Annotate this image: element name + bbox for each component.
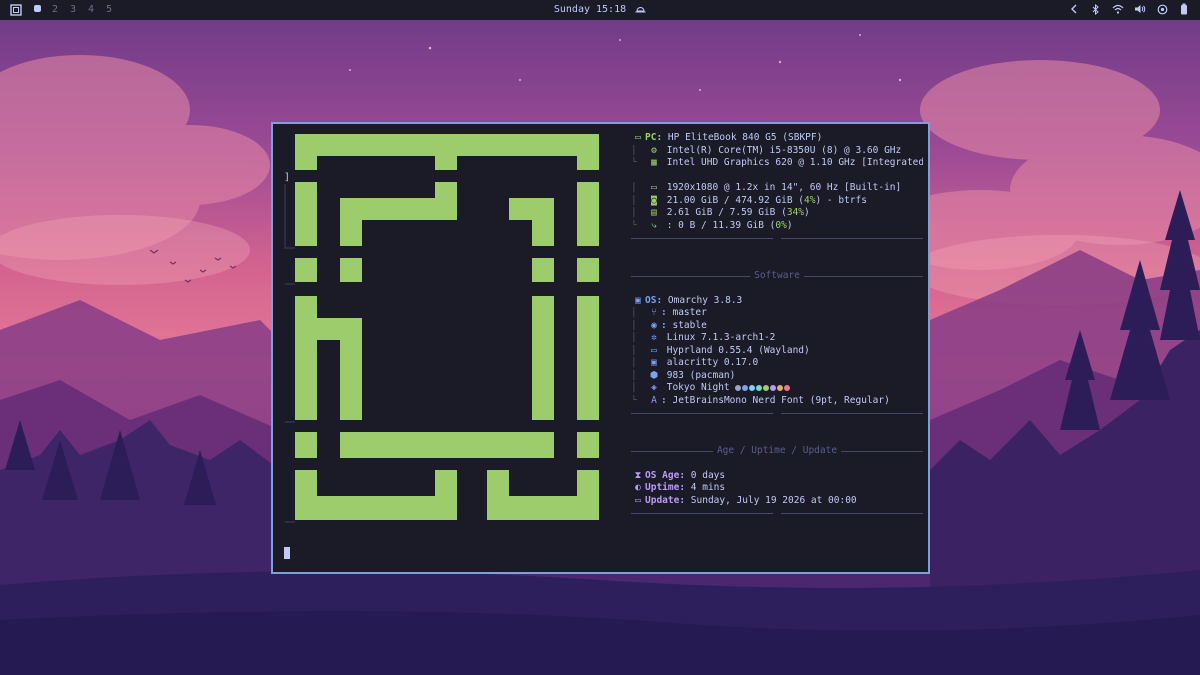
workspace-3[interactable]: 3 (64, 3, 82, 17)
wifi-icon[interactable] (1112, 3, 1124, 15)
disk-icon: ◙ (651, 194, 657, 206)
omarchy-ascii-logo (284, 134, 599, 523)
os-icon: ▣ (635, 294, 641, 306)
fastfetch-output: ▭ PC: HP EliteBook 840 G5 (SBKPF) │ ⚙ Inte… (631, 132, 923, 520)
workspace-2[interactable]: 2 (46, 3, 64, 17)
color-swatch-1 (742, 384, 749, 391)
terminal-cursor (284, 547, 290, 559)
color-swatch-0 (735, 384, 742, 391)
omarchy-logo-icon[interactable] (10, 4, 22, 16)
swap-row: └ ⤷ : 0 B / 11.39 GiB (0%) (631, 219, 793, 231)
battery-icon[interactable] (1178, 3, 1190, 15)
swap-icon: ⤷ (651, 219, 657, 231)
color-swatch-5 (770, 384, 777, 391)
prompt-bracket: ] (284, 172, 291, 183)
active-workspace-icon (33, 5, 41, 12)
pc-row: ▭ PC: HP EliteBook 840 G5 (SBKPF) (631, 132, 923, 145)
gpu-row: └ ▦ Intel UHD Graphics 620 @ 1.10 GHz [In… (631, 157, 923, 168)
divider (631, 507, 923, 520)
monitor-icon: ▭ (651, 182, 657, 193)
bluetooth-icon[interactable] (1090, 3, 1102, 15)
uptime-row: ◐ Uptime: 4 mins (631, 482, 923, 495)
git-branch-icon: ⑂ (651, 307, 657, 318)
workspace-1-active[interactable] (28, 3, 46, 17)
package-icon: ⬢ (649, 369, 659, 381)
volume-icon[interactable] (1134, 3, 1146, 15)
kernel-gear-icon: ✲ (651, 332, 657, 343)
workspace-switcher: 2 3 4 5 (10, 3, 118, 17)
hourglass-icon: ⧗ (634, 469, 642, 481)
weather-icon (632, 4, 646, 15)
kernel-row: │ ✲ Linux 7.1.3-arch1-2 (631, 332, 776, 343)
workspace-4[interactable]: 4 (82, 3, 100, 17)
window-manager-icon: ▭ (651, 344, 657, 356)
disk-row: │ ◙ 21.00 GiB / 474.92 GiB (4%) - btrfs (631, 194, 867, 206)
update-icon: ▭ (635, 494, 641, 506)
color-swatch-2 (749, 384, 756, 391)
update-row: ▭ Update: Sunday, July 19 2026 at 00:00 (631, 495, 923, 508)
font-icon: A (651, 394, 657, 406)
cpu-row: │ ⚙ Intel(R) Core(TM) i5-8350U (8) @ 3.60… (631, 144, 902, 156)
channel-icon: ◉ (651, 319, 657, 331)
clock[interactable]: Sunday 15:18 (554, 4, 626, 15)
packages-row: │ ⬢ 983 (pacman) (631, 369, 736, 381)
os-row: ▣ OS: Omarchy 3.8.3 (631, 295, 923, 308)
color-swatches (735, 382, 791, 393)
power-profile-icon[interactable] (1156, 3, 1168, 15)
theme-row: │ ◈ Tokyo Night (631, 382, 923, 395)
divider (631, 407, 923, 420)
system-tray (1068, 3, 1190, 15)
workspace-5[interactable]: 5 (100, 3, 118, 17)
top-bar: 2 3 4 5 Sunday 15:18 (0, 0, 1200, 20)
cpu-icon: ⚙ (651, 144, 657, 156)
channel-row: │ ◉: stable (631, 319, 707, 331)
display-row: │ ▭ 1920x1080 @ 1.2x in 14", 60 Hz [Built… (631, 182, 902, 193)
terminal-row: │ ▣ alacritty 0.17.0 (631, 357, 759, 368)
memory-icon: ▤ (651, 207, 657, 218)
palette-icon: ◈ (651, 382, 657, 393)
font-row: └ A: JetBrainsMono Nerd Font (9pt, Regula… (631, 394, 890, 406)
color-swatch-6 (777, 384, 784, 391)
wm-row: │ ▭ Hyprland 0.55.4 (Wayland) (631, 344, 810, 356)
color-swatch-7 (784, 384, 791, 391)
branch-row: │ ⑂: master (631, 307, 707, 318)
gpu-icon: ▦ (651, 157, 657, 168)
memory-row: │ ▤ 2.61 GiB / 7.59 GiB (34%) (631, 207, 810, 218)
divider (631, 232, 923, 245)
chevron-left-icon[interactable] (1068, 3, 1080, 15)
color-swatch-4 (763, 384, 770, 391)
terminal-icon: ▣ (651, 357, 657, 368)
terminal-window[interactable]: ] ▭ PC: HP EliteBook 840 G5 (SBKPF) │ ⚙ In… (271, 122, 930, 574)
laptop-icon: ▭ (635, 132, 641, 143)
os-age-row: ⧗ OS Age: 0 days (631, 470, 923, 483)
uptime-icon: ◐ (635, 482, 641, 493)
age-header: Age / Uptime / Update (631, 444, 923, 458)
software-header: Software (631, 269, 923, 283)
color-swatch-3 (756, 384, 763, 391)
